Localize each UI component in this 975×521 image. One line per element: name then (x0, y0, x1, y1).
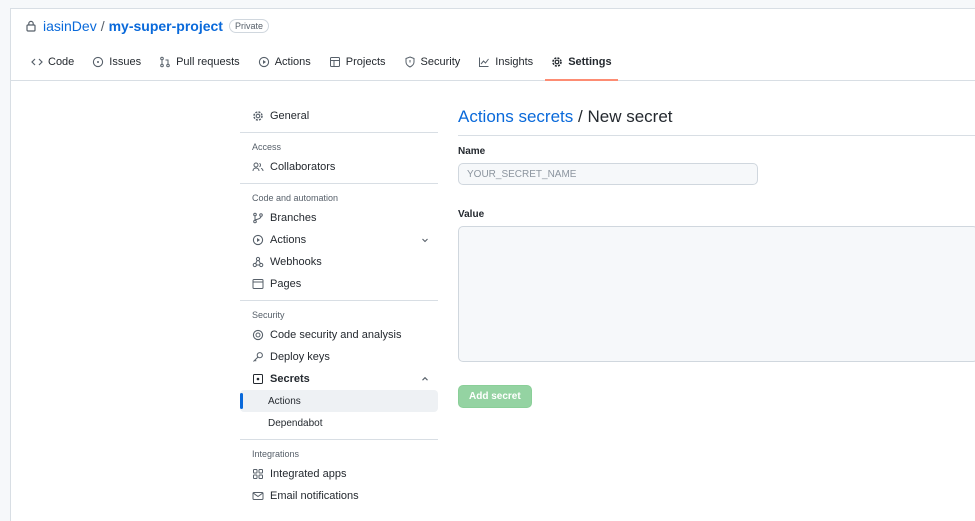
play-icon (252, 234, 264, 246)
lock-icon (25, 20, 37, 32)
people-icon (252, 161, 264, 173)
tab-projects[interactable]: Projects (323, 51, 392, 81)
sidebar-item-deploy-keys[interactable]: Deploy keys (240, 346, 438, 368)
secret-name-input[interactable] (458, 163, 758, 185)
sidebar-item-general[interactable]: General (240, 105, 438, 127)
sidebar-item-label: Email notifications (270, 490, 359, 502)
sidebar-divider (240, 439, 438, 440)
tab-issues[interactable]: Issues (86, 51, 147, 81)
sidebar-subitem-secrets-actions[interactable]: Actions (240, 390, 438, 412)
settings-sidebar: General Access Collaborators Code and au… (240, 105, 438, 507)
tab-label: Actions (274, 56, 311, 68)
key-icon (252, 351, 264, 363)
name-label: Name (458, 146, 486, 157)
play-icon (258, 56, 270, 68)
breadcrumb-separator: / (578, 107, 583, 126)
page-title-text: New secret (587, 107, 673, 126)
tab-label: Code (48, 56, 75, 68)
repo-name-link[interactable]: my-super-project (109, 18, 223, 34)
browser-icon (252, 278, 264, 290)
sidebar-heading-security: Security (252, 310, 285, 320)
tab-label: Projects (345, 56, 386, 68)
sidebar-item-label: Collaborators (270, 161, 336, 173)
breadcrumb-actions-secrets[interactable]: Actions secrets (458, 107, 573, 126)
sidebar-item-email-notifications[interactable]: Email notifications (240, 485, 438, 507)
sidebar-item-secrets[interactable]: Secrets (240, 368, 438, 390)
repo-title: iasinDev / my-super-project Private (25, 18, 269, 34)
shield-icon (404, 56, 416, 68)
repo-nav-tabs: Code Issues Pull requests Actions Projec… (25, 51, 624, 81)
table-icon (329, 56, 341, 68)
sidebar-subitem-secrets-dependabot[interactable]: Dependabot (240, 412, 438, 434)
tab-label: Security (420, 56, 461, 68)
sidebar-item-label: Actions (270, 234, 307, 246)
repo-owner-link[interactable]: iasinDev (43, 18, 97, 34)
sidebar-item-webhooks[interactable]: Webhooks (240, 251, 438, 273)
chevron-down-icon[interactable] (420, 235, 430, 245)
tab-actions[interactable]: Actions (252, 51, 317, 81)
sidebar-heading-code-automation: Code and automation (252, 193, 339, 203)
sidebar-item-label: Integrated apps (270, 468, 347, 480)
pull-request-icon (159, 56, 171, 68)
value-label: Value (458, 209, 485, 220)
branch-icon (252, 212, 264, 224)
page: iasinDev / my-super-project Private Code… (10, 8, 975, 521)
page-title: Actions secrets / New secret (458, 105, 975, 131)
sidebar-item-actions[interactable]: Actions (240, 229, 438, 251)
sidebar-item-label: Webhooks (270, 256, 322, 268)
sidebar-heading-access: Access (252, 142, 282, 152)
sidebar-item-label: Branches (270, 212, 317, 224)
graph-icon (478, 56, 490, 68)
sidebar-divider (240, 300, 438, 301)
repo-header: iasinDev / my-super-project Private Code… (11, 9, 975, 81)
sidebar-item-branches[interactable]: Branches (240, 207, 438, 229)
repo-path-separator: / (100, 18, 105, 34)
sidebar-item-integrated-apps[interactable]: Integrated apps (240, 463, 438, 485)
sidebar-item-label: Secrets (270, 373, 310, 385)
sidebar-heading-integrations: Integrations (252, 449, 300, 459)
title-divider (458, 135, 975, 136)
sidebar-divider (240, 183, 438, 184)
sidebar-item-label: Code security and analysis (270, 329, 402, 341)
tab-code[interactable]: Code (25, 51, 80, 81)
tab-pull-requests[interactable]: Pull requests (153, 51, 246, 81)
sidebar-item-code-security[interactable]: Code security and analysis (240, 324, 438, 346)
gear-icon (551, 56, 563, 68)
issue-icon (92, 56, 104, 68)
webhook-icon (252, 256, 264, 268)
tab-security[interactable]: Security (398, 51, 467, 81)
tab-insights[interactable]: Insights (472, 51, 539, 81)
sidebar-divider (240, 132, 438, 133)
gear-icon (252, 110, 264, 122)
sidebar-item-label: General (270, 110, 310, 122)
secret-icon (252, 373, 264, 385)
code-icon (31, 56, 43, 68)
mail-icon (252, 490, 264, 502)
tab-label: Pull requests (176, 56, 240, 68)
secret-value-textarea[interactable] (458, 226, 975, 362)
sidebar-item-label: Deploy keys (270, 351, 330, 363)
chevron-up-icon[interactable] (420, 374, 430, 384)
tab-label: Settings (568, 56, 612, 68)
tab-label: Issues (109, 56, 142, 68)
visibility-badge: Private (228, 19, 269, 33)
add-secret-button[interactable]: Add secret (458, 385, 532, 408)
tab-label: Insights (495, 56, 534, 68)
apps-icon (252, 468, 264, 480)
sidebar-item-pages[interactable]: Pages (240, 273, 438, 295)
codescan-icon (252, 329, 264, 341)
main-content: Actions secrets / New secret Name Value … (458, 105, 975, 408)
sidebar-item-collaborators[interactable]: Collaborators (240, 156, 438, 178)
tab-settings[interactable]: Settings (545, 51, 619, 81)
sidebar-item-label: Pages (270, 278, 302, 290)
